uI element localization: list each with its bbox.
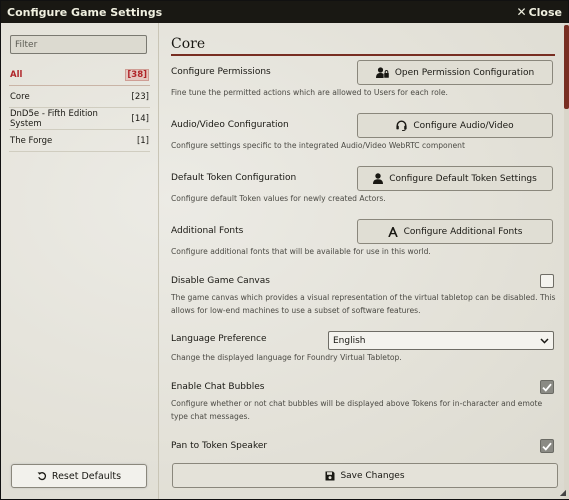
button-label: Configure Additional Fonts bbox=[403, 226, 523, 237]
category-dnd5e[interactable]: DnD5e - Fifth Edition System [14] bbox=[9, 108, 150, 130]
category-label: DnD5e - Fifth Edition System bbox=[10, 108, 98, 129]
button-label: Configure Default Token Settings bbox=[389, 173, 537, 184]
button-label: Open Permission Configuration bbox=[394, 67, 535, 78]
chevron-down-icon bbox=[540, 337, 549, 344]
settings-window: Configure Game Settings ✕ Close All [38]… bbox=[0, 0, 569, 500]
save-icon bbox=[325, 471, 335, 480]
close-label: Close bbox=[528, 5, 562, 19]
fonts-label: Additional Fonts bbox=[171, 226, 244, 236]
permissions-label: Configure Permissions bbox=[171, 67, 271, 77]
open-permission-configuration-button[interactable]: Open Permission Configuration bbox=[357, 60, 553, 85]
fonts-hint: Configure additional fonts that will be … bbox=[171, 247, 431, 256]
reset-defaults-button[interactable]: Reset Defaults bbox=[11, 464, 147, 488]
token-label: Default Token Configuration bbox=[171, 173, 297, 183]
save-changes-button[interactable]: Save Changes bbox=[172, 463, 558, 488]
category-count: [14] bbox=[131, 113, 149, 124]
language-hint: Change the displayed language for Foundr… bbox=[171, 353, 402, 362]
headset-icon bbox=[396, 120, 407, 131]
av-hint: Configure settings specific to the integ… bbox=[171, 141, 465, 150]
chat-bubbles-checkbox[interactable] bbox=[540, 380, 554, 394]
reset-defaults-label: Reset Defaults bbox=[51, 470, 122, 482]
category-core[interactable]: Core [23] bbox=[9, 86, 150, 108]
category-all[interactable]: All [38] bbox=[9, 64, 150, 86]
language-select[interactable]: English bbox=[328, 331, 554, 350]
pan-speaker-checkbox[interactable] bbox=[540, 439, 554, 453]
close-icon: ✕ bbox=[516, 5, 527, 19]
chat-bubbles-label: Enable Chat Bubbles bbox=[171, 382, 265, 392]
category-label: All bbox=[10, 69, 23, 80]
configure-additional-fonts-button[interactable]: Configure Additional Fonts bbox=[357, 219, 553, 244]
pan-speaker-label: Pan to Token Speaker bbox=[171, 441, 268, 451]
user-lock-icon bbox=[375, 67, 389, 78]
settings-panel: Core Configure Permissions Open Permissi… bbox=[160, 23, 569, 499]
disable-canvas-checkbox[interactable] bbox=[540, 274, 554, 288]
category-count: [38] bbox=[125, 68, 149, 81]
window-titlebar[interactable]: Configure Game Settings ✕ Close bbox=[1, 1, 568, 23]
font-icon bbox=[387, 226, 398, 237]
category-list: All [38] Core [23] DnD5e - Fifth Edition… bbox=[9, 64, 150, 152]
configure-audio-video-button[interactable]: Configure Audio/Video bbox=[357, 113, 553, 138]
chat-bubbles-hint: Configure whether or not chat bubbles wi… bbox=[171, 399, 543, 421]
resize-handle[interactable]: ◢ bbox=[560, 488, 566, 497]
token-hint: Configure default Token values for newly… bbox=[171, 194, 386, 203]
category-the-forge[interactable]: The Forge [1] bbox=[9, 130, 150, 152]
window-title: Configure Game Settings bbox=[7, 5, 163, 19]
check-icon bbox=[542, 442, 552, 451]
permissions-hint: Fine tune the permitted actions which ar… bbox=[171, 88, 448, 97]
language-value: English bbox=[333, 335, 366, 346]
category-sidebar: All [38] Core [23] DnD5e - Fifth Edition… bbox=[1, 23, 159, 499]
close-button[interactable]: ✕ Close bbox=[517, 5, 562, 19]
save-changes-label: Save Changes bbox=[340, 470, 405, 481]
check-icon bbox=[542, 383, 552, 392]
language-label: Language Preference bbox=[171, 334, 267, 344]
configure-default-token-button[interactable]: Configure Default Token Settings bbox=[357, 166, 553, 191]
undo-icon bbox=[37, 472, 46, 481]
canvas-label: Disable Game Canvas bbox=[171, 276, 270, 286]
user-icon bbox=[373, 173, 384, 184]
category-count: [23] bbox=[131, 91, 149, 102]
category-count: [1] bbox=[136, 135, 149, 146]
button-label: Configure Audio/Video bbox=[413, 120, 514, 131]
category-label: Core bbox=[10, 91, 30, 102]
filter-input[interactable] bbox=[10, 35, 147, 54]
av-label: Audio/Video Configuration bbox=[171, 120, 289, 130]
scrollbar-thumb[interactable] bbox=[564, 25, 569, 109]
canvas-hint: The game canvas which provides a visual … bbox=[171, 293, 556, 315]
category-label: The Forge bbox=[10, 135, 53, 146]
section-heading: Core bbox=[171, 36, 555, 56]
